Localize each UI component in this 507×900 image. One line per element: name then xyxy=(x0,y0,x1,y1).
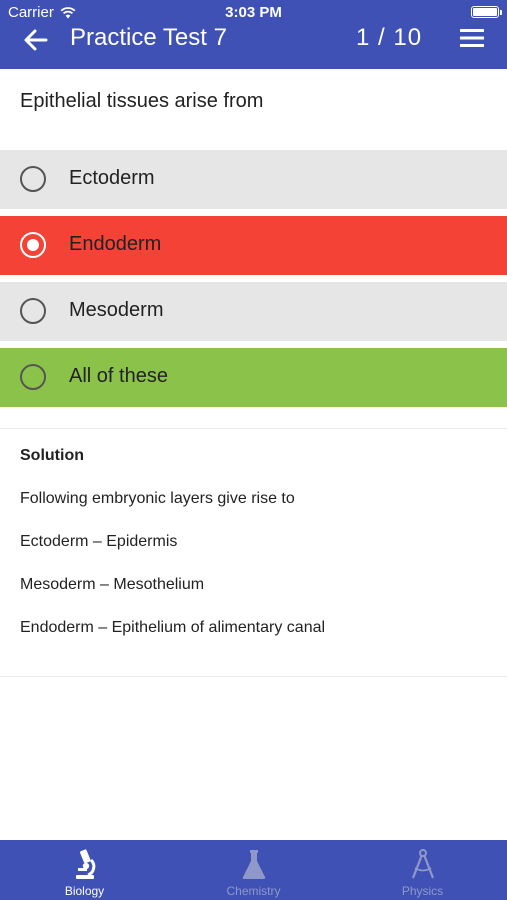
question-text: Epithelial tissues arise from xyxy=(20,90,264,112)
tab-label: Biology xyxy=(64,884,105,898)
flask-icon xyxy=(242,850,265,879)
tab-label: Physics xyxy=(401,884,444,898)
back-arrow-icon[interactable] xyxy=(22,26,50,54)
option-label: Ectoderm xyxy=(69,167,155,189)
menu-icon[interactable] xyxy=(459,27,485,49)
radio-button-selected[interactable] xyxy=(20,232,46,258)
tab-biology[interactable]: Biology xyxy=(0,840,169,900)
tab-physics[interactable]: Physics xyxy=(338,840,507,900)
radio-button[interactable] xyxy=(20,166,46,192)
solution-line: Mesoderm – Mesothelium xyxy=(20,576,205,593)
radio-button[interactable] xyxy=(20,364,46,390)
radio-button[interactable] xyxy=(20,298,46,324)
divider xyxy=(0,428,507,429)
page-title: Practice Test 7 xyxy=(70,24,227,51)
solution-line: Ectoderm – Epidermis xyxy=(20,533,178,550)
solution-line: Endoderm – Epithelium of alimentary cana… xyxy=(20,619,326,636)
compass-icon xyxy=(411,849,434,879)
option-all-of-these[interactable]: All of these xyxy=(0,348,507,407)
battery-icon xyxy=(471,6,502,18)
tab-label: Chemistry xyxy=(226,884,281,898)
option-endoderm[interactable]: Endoderm xyxy=(0,216,507,275)
option-label: Endoderm xyxy=(69,233,162,255)
divider xyxy=(0,676,507,677)
option-label: Mesoderm xyxy=(69,299,164,321)
status-time: 3:03 PM xyxy=(225,4,282,21)
bottom-tab-bar: Biology Chemistry Physics xyxy=(0,840,507,900)
option-ectoderm[interactable]: Ectoderm xyxy=(0,150,507,209)
option-mesoderm[interactable]: Mesoderm xyxy=(0,282,507,341)
app-header: Carrier 3:03 PM Practice Test 7 1 / 10 xyxy=(0,0,507,69)
nav-bar: Practice Test 7 1 / 10 xyxy=(0,22,507,69)
status-bar: Carrier 3:03 PM xyxy=(0,0,507,22)
tab-chemistry[interactable]: Chemistry xyxy=(169,840,338,900)
microscope-icon xyxy=(75,849,95,879)
question-counter: 1 / 10 xyxy=(356,24,423,51)
solution-line: Following embryonic layers give rise to xyxy=(20,490,295,507)
option-label: All of these xyxy=(69,365,168,387)
solution-heading: Solution xyxy=(20,447,84,464)
